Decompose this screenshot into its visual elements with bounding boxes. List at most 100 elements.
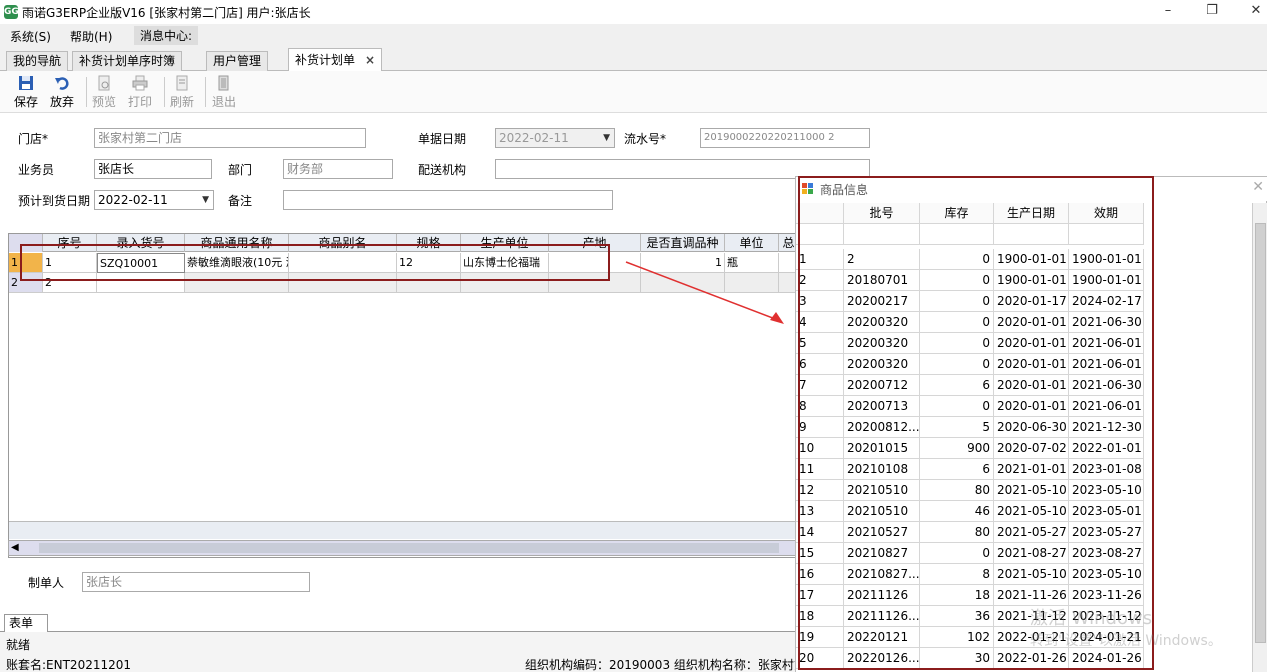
cell-stock[interactable]: 0 <box>920 543 994 564</box>
cell-production-date[interactable]: 2021-11-26 <box>994 585 1069 606</box>
cell-stock[interactable]: 8 <box>920 564 994 585</box>
cell-stock[interactable]: 0 <box>920 312 994 333</box>
cell-stock[interactable]: 80 <box>920 522 994 543</box>
cell-row-index[interactable]: 8 <box>796 396 844 417</box>
cell-production-date[interactable]: 2021-05-10 <box>994 564 1069 585</box>
restore-icon[interactable]: ❐ <box>1202 2 1222 20</box>
cell-production-date[interactable]: 2020-01-01 <box>994 354 1069 375</box>
cell-production-date[interactable]: 2022-01-26 <box>994 648 1069 669</box>
vertical-scrollbar[interactable] <box>1252 203 1267 672</box>
minimize-icon[interactable]: – <box>1158 2 1178 20</box>
cell-row-index[interactable]: 20 <box>796 648 844 669</box>
preview-button[interactable]: 预览 <box>92 75 116 110</box>
cell-expiry-date[interactable]: 2023-05-01 <box>1069 501 1144 522</box>
cell-batch[interactable]: 2 <box>844 249 920 270</box>
cell-expiry-date[interactable]: 2021-12-30 <box>1069 417 1144 438</box>
arrival-date-field[interactable]: 2022-02-11 ▼ <box>94 190 214 210</box>
cell-production-date[interactable]: 2020-01-01 <box>994 312 1069 333</box>
cell-row-index[interactable]: 6 <box>796 354 844 375</box>
cell-batch[interactable]: 20201015 <box>844 438 920 459</box>
cell-batch[interactable]: 20200320 <box>844 333 920 354</box>
cell-batch[interactable]: 20210527 <box>844 522 920 543</box>
cell-production-date[interactable]: 2021-05-27 <box>994 522 1069 543</box>
cell-production-date[interactable]: 2020-06-30 <box>994 417 1069 438</box>
grid-corner[interactable] <box>796 203 844 224</box>
cell-stock[interactable]: 6 <box>920 459 994 480</box>
cell-batch[interactable]: 20211126 <box>844 585 920 606</box>
clerk-field[interactable]: 张店长 <box>94 159 212 179</box>
refresh-button[interactable]: 刷新 <box>170 75 194 110</box>
serial-field[interactable]: 2019000220220211000 2 <box>700 128 870 148</box>
cell-production-date[interactable]: 2020-01-01 <box>994 333 1069 354</box>
cell-batch[interactable]: 20200320 <box>844 354 920 375</box>
print-button[interactable]: 打印 <box>128 75 152 110</box>
cell-batch[interactable]: 20200320 <box>844 312 920 333</box>
col-header-direct[interactable]: 是否直调品种 <box>641 234 725 252</box>
exit-button[interactable]: 退出 <box>212 75 236 110</box>
save-button[interactable]: 保存 <box>14 75 38 110</box>
cell-batch[interactable]: 20200217 <box>844 291 920 312</box>
col-header[interactable]: 效期 <box>1069 203 1144 224</box>
cell-stock[interactable]: 6 <box>920 375 994 396</box>
cell-row-index[interactable]: 17 <box>796 585 844 606</box>
close-icon[interactable]: ✕ <box>1252 179 1264 195</box>
cell-row-index[interactable]: 4 <box>796 312 844 333</box>
scroll-left-icon[interactable]: ◀ <box>11 542 19 553</box>
cell-row-index[interactable]: 15 <box>796 543 844 564</box>
cell-batch[interactable]: 20220126... <box>844 648 920 669</box>
cell-expiry-date[interactable]: 2021-06-01 <box>1069 333 1144 354</box>
cell-expiry-date[interactable]: 2023-01-08 <box>1069 459 1144 480</box>
cell-expiry-date[interactable]: 2022-01-01 <box>1069 438 1144 459</box>
cell-stock[interactable]: 80 <box>920 480 994 501</box>
cell-batch[interactable]: 20210827 <box>844 543 920 564</box>
cell-batch[interactable]: 20180701 <box>844 270 920 291</box>
cell-expiry-date[interactable]: 1900-01-01 <box>1069 270 1144 291</box>
cell-row-index[interactable]: 13 <box>796 501 844 522</box>
col-header[interactable]: 批号 <box>844 203 920 224</box>
cell-expiry-date[interactable]: 2024-02-17 <box>1069 291 1144 312</box>
store-field[interactable]: 张家村第二门店 <box>94 128 366 148</box>
tab-my-navigation[interactable]: 我的导航 <box>6 51 69 71</box>
cell-row-index[interactable]: 18 <box>796 606 844 627</box>
cell-expiry-date[interactable]: 2024-01-26 <box>1069 648 1144 669</box>
cell-batch[interactable]: 20220121 <box>844 627 920 648</box>
scroll-thumb[interactable] <box>39 543 779 553</box>
filter-cell[interactable] <box>844 224 920 245</box>
col-header-unit[interactable]: 单位 <box>725 234 779 252</box>
menu-help[interactable]: 帮助(H) <box>70 28 112 45</box>
cell-batch[interactable]: 20210510 <box>844 501 920 522</box>
filter-cell[interactable] <box>796 224 844 245</box>
tab-user-management[interactable]: 用户管理 <box>206 51 269 71</box>
cell-production-date[interactable]: 1900-01-01 <box>994 249 1069 270</box>
horizontal-scrollbar[interactable]: ◀ <box>8 540 798 556</box>
tab-replenish-plan[interactable]: 补货计划单 × <box>288 48 383 72</box>
cell-expiry-date[interactable]: 2023-05-10 <box>1069 564 1144 585</box>
close-window-icon[interactable]: ✕ <box>1246 2 1266 20</box>
maker-field[interactable]: 张店长 <box>82 572 310 592</box>
cell-batch[interactable]: 20210827... <box>844 564 920 585</box>
cell-stock[interactable]: 18 <box>920 585 994 606</box>
tab-replenish-journal[interactable]: 补货计划单序时簿 <box>72 51 183 71</box>
scroll-thumb[interactable] <box>1255 223 1266 643</box>
cell-production-date[interactable]: 2020-01-01 <box>994 396 1069 417</box>
cell-row-index[interactable]: 14 <box>796 522 844 543</box>
tab-form[interactable]: 表单 <box>4 614 49 632</box>
col-header[interactable]: 库存 <box>920 203 994 224</box>
cell-production-date[interactable]: 2021-01-01 <box>994 459 1069 480</box>
cell-stock[interactable]: 102 <box>920 627 994 648</box>
cell-row-index[interactable]: 12 <box>796 480 844 501</box>
cell-row-index[interactable]: 9 <box>796 417 844 438</box>
cell-batch[interactable]: 20200713 <box>844 396 920 417</box>
cell-production-date[interactable]: 2020-07-02 <box>994 438 1069 459</box>
cell-expiry-date[interactable]: 2021-06-01 <box>1069 354 1144 375</box>
cell-row-index[interactable]: 1 <box>796 249 844 270</box>
cell-row-index[interactable]: 2 <box>796 270 844 291</box>
cell-expiry-date[interactable]: 2021-06-30 <box>1069 375 1144 396</box>
bill-date-field[interactable]: 2022-02-11 ▼ <box>495 128 615 148</box>
cell-expiry-date[interactable]: 2021-06-01 <box>1069 396 1144 417</box>
cell-stock[interactable]: 0 <box>920 270 994 291</box>
cell-production-date[interactable]: 2021-05-10 <box>994 501 1069 522</box>
cell-row-index[interactable]: 10 <box>796 438 844 459</box>
cell-batch[interactable]: 20210510 <box>844 480 920 501</box>
cell-stock[interactable]: 0 <box>920 396 994 417</box>
